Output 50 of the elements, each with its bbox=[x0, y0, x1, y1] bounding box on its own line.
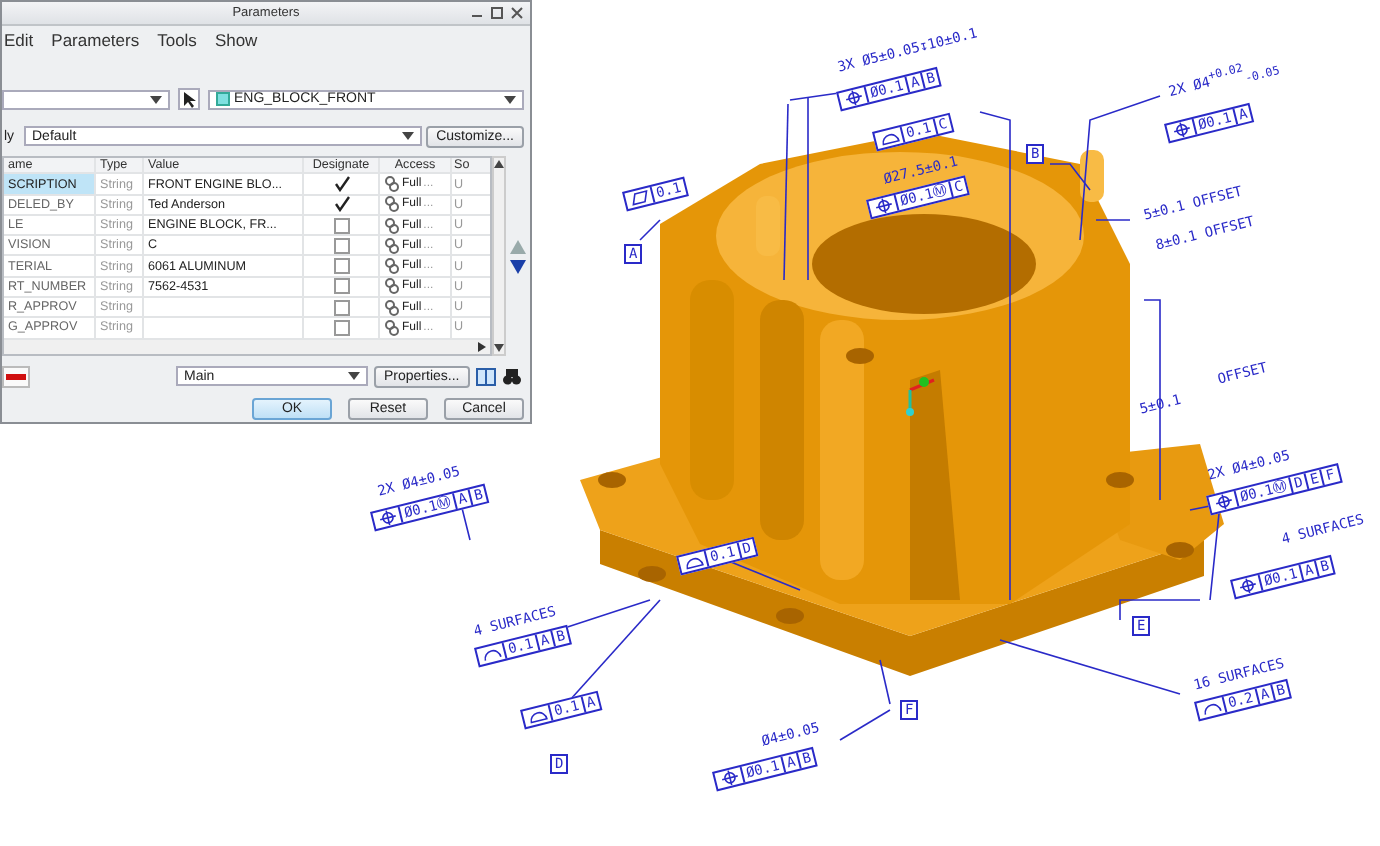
minus-icon bbox=[6, 373, 26, 379]
checkbox[interactable] bbox=[333, 319, 349, 336]
caret-icon bbox=[150, 95, 162, 103]
mounting-hole bbox=[846, 348, 874, 364]
leader-line bbox=[639, 219, 661, 241]
select-model-button[interactable] bbox=[178, 88, 200, 110]
menu-item[interactable]: Show bbox=[214, 30, 258, 54]
mounting-hole bbox=[1106, 472, 1134, 488]
table-icon[interactable] bbox=[475, 367, 496, 385]
position-symbol-icon bbox=[1235, 575, 1259, 597]
caret-icon bbox=[402, 132, 415, 140]
caret-icon bbox=[348, 372, 360, 380]
pointer-icon bbox=[183, 91, 195, 107]
mounting-hole bbox=[1166, 542, 1194, 558]
pin bbox=[1080, 150, 1104, 202]
checkbox[interactable] bbox=[333, 299, 349, 316]
remove-button[interactable] bbox=[2, 365, 30, 387]
position-symbol-icon bbox=[871, 195, 895, 217]
position-symbol-icon bbox=[1211, 491, 1235, 513]
flatness-symbol-icon bbox=[627, 187, 651, 209]
scroll-right-icon[interactable] bbox=[478, 341, 486, 352]
vertical-scrollbar[interactable] bbox=[492, 156, 506, 356]
menu-item[interactable]: Tools bbox=[157, 30, 197, 54]
checkbox[interactable] bbox=[333, 278, 349, 295]
checkbox[interactable] bbox=[333, 196, 349, 213]
menu-item[interactable]: Edit bbox=[4, 30, 34, 54]
checkbox[interactable] bbox=[333, 217, 349, 234]
checkbox[interactable] bbox=[333, 258, 349, 275]
mounting-hole bbox=[598, 472, 626, 488]
leader-line bbox=[879, 659, 891, 705]
binoculars-icon[interactable] bbox=[501, 367, 522, 385]
close-icon[interactable] bbox=[510, 6, 524, 20]
part-icon bbox=[216, 92, 230, 106]
mounting-hole bbox=[638, 566, 666, 582]
position-symbol-icon bbox=[375, 507, 399, 529]
position-symbol-icon bbox=[1169, 119, 1193, 141]
leader-line bbox=[839, 709, 891, 741]
menu-item[interactable]: Parameters bbox=[51, 30, 140, 54]
mounting-hole bbox=[776, 608, 804, 624]
maximize-icon[interactable] bbox=[490, 6, 504, 20]
scroll-up-icon[interactable] bbox=[494, 160, 504, 168]
move-down-icon[interactable] bbox=[510, 259, 526, 273]
position-symbol-icon bbox=[841, 87, 865, 109]
scroll-down-icon[interactable] bbox=[494, 344, 504, 352]
caret-icon bbox=[504, 95, 516, 103]
axis-triad-icon bbox=[906, 377, 935, 416]
checkbox[interactable] bbox=[333, 237, 349, 254]
position-symbol-icon bbox=[717, 767, 741, 789]
checkbox[interactable] bbox=[333, 176, 349, 193]
pin bbox=[756, 196, 780, 256]
